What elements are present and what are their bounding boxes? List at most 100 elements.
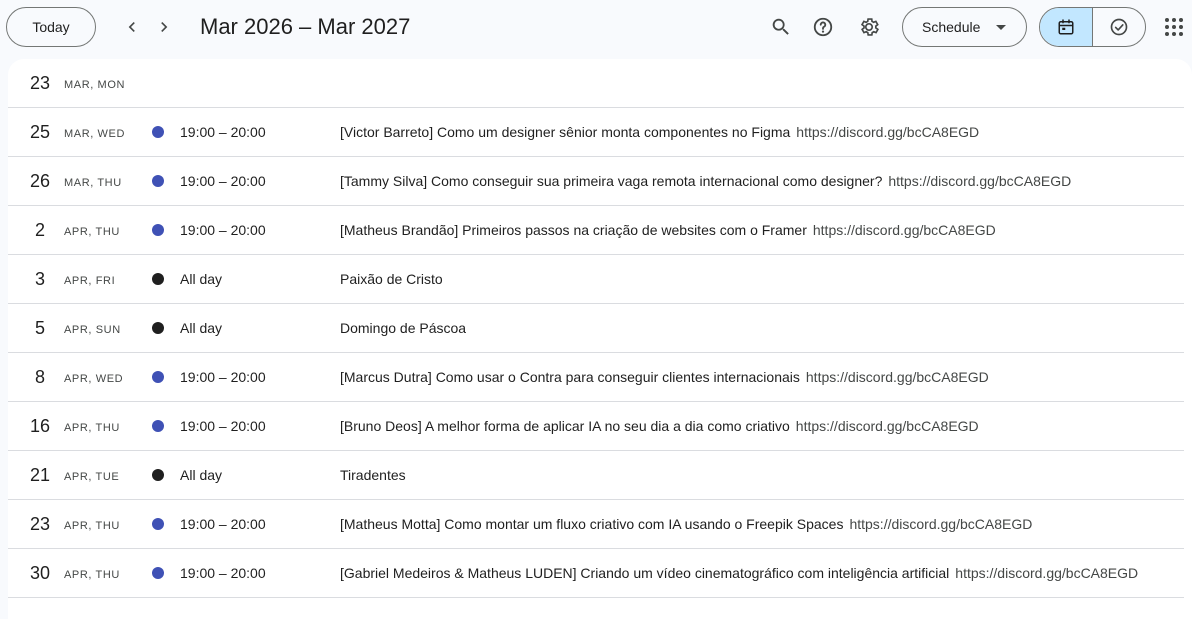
day-month-weekday: Apr, Thu	[64, 520, 120, 532]
schedule-row: 16 Apr, Thu 19:00 – 20:00 [Bruno Deos] A me…	[8, 402, 1184, 451]
day-month-weekday: Apr, Wed	[64, 373, 124, 385]
day-month-weekday: Mar, Thu	[64, 177, 122, 189]
event-title: [Matheus Brandão] Primeiros passos na cr…	[340, 222, 807, 238]
schedule-row: 30 Apr, Thu 19:00 – 20:00 [Gabriel Medeiros…	[8, 549, 1184, 598]
event-title: [Bruno Deos] A melhor forma de aplicar I…	[340, 418, 790, 434]
event-entry[interactable]: Domingo de Páscoa	[340, 320, 466, 336]
day-number[interactable]: 23	[20, 514, 60, 535]
event-time: All day	[180, 320, 223, 336]
event-entry[interactable]: [Victor Barreto] Como um designer sênior…	[340, 124, 979, 140]
previous-period-button[interactable]	[116, 11, 148, 43]
event-entry[interactable]: [Matheus Motta] Como montar um fluxo cri…	[340, 516, 1032, 532]
day-number[interactable]: 8	[20, 367, 60, 388]
schedule-row: 5 Apr, Sun All day Domingo de Páscoa	[8, 304, 1184, 353]
event-time: 19:00 – 20:00	[180, 173, 266, 189]
schedule-row: 21 Apr, Tue All day Tiradentes	[8, 451, 1184, 500]
scrollbar[interactable]	[1184, 59, 1192, 619]
event-color-dot	[152, 126, 164, 138]
day-number[interactable]: 30	[20, 563, 60, 584]
schedule-row: 2 Apr, Thu 19:00 – 20:00 [Matheus Brandão] …	[8, 206, 1184, 255]
view-selector-label: Schedule	[922, 19, 981, 35]
caret-down-icon	[996, 25, 1006, 31]
day-number[interactable]: 25	[20, 122, 60, 143]
day-number[interactable]: 26	[20, 171, 60, 192]
help-button[interactable]	[803, 7, 843, 47]
schedule-row: 25 Mar, Wed 19:00 – 20:00 [Victor Barreto] …	[8, 108, 1184, 157]
apps-grid-icon	[1165, 18, 1183, 36]
event-title: [Gabriel Medeiros & Matheus LUDEN] Crian…	[340, 565, 950, 581]
event-location-link[interactable]: https://discord.gg/bcCA8EGD	[796, 418, 979, 434]
schedule-row: 26 Mar, Thu 19:00 – 20:00 [Tammy Silva] Com…	[8, 157, 1184, 206]
schedule-row: 23 Mar, Mon	[8, 59, 1184, 108]
event-time: 19:00 – 20:00	[180, 369, 266, 385]
day-number[interactable]: 23	[20, 73, 60, 94]
day-month-weekday: Apr, Tue	[64, 471, 120, 483]
day-month-weekday: Mar, Wed	[64, 128, 126, 140]
event-entry[interactable]: [Bruno Deos] A melhor forma de aplicar I…	[340, 418, 979, 434]
event-color-dot	[152, 224, 164, 236]
event-entry[interactable]: [Tammy Silva] Como conseguir sua primeir…	[340, 173, 1071, 189]
event-color-dot	[152, 322, 164, 334]
event-entry[interactable]: [Marcus Dutra] Como usar o Contra para c…	[340, 369, 989, 385]
event-color-dot	[152, 420, 164, 432]
event-color-dot	[152, 175, 164, 187]
event-color-dot	[152, 567, 164, 579]
event-title: [Victor Barreto] Como um designer sênior…	[340, 124, 791, 140]
schedule-list[interactable]: 23 Mar, Mon 25 Mar, Wed 19:00 – 20:00 [Victor…	[8, 59, 1192, 619]
event-color-dot	[152, 518, 164, 530]
event-time: All day	[180, 467, 223, 483]
day-number[interactable]: 3	[20, 269, 60, 290]
day-month-weekday: Apr, Thu	[64, 569, 120, 581]
event-time: All day	[180, 271, 223, 287]
search-icon	[772, 18, 789, 35]
day-month-weekday: Apr, Thu	[64, 226, 120, 238]
event-color-dot	[152, 469, 164, 481]
event-title: [Marcus Dutra] Como usar o Contra para c…	[340, 369, 800, 385]
event-entry[interactable]: [Gabriel Medeiros & Matheus LUDEN] Crian…	[340, 565, 1138, 581]
event-location-link[interactable]: https://discord.gg/bcCA8EGD	[849, 516, 1032, 532]
day-month-weekday: Apr, Sun	[64, 324, 121, 336]
event-location-link[interactable]: https://discord.gg/bcCA8EGD	[888, 173, 1071, 189]
event-title: Paixão de Cristo	[340, 271, 443, 287]
day-month-weekday: Mar, Mon	[64, 79, 126, 91]
help-icon	[813, 17, 833, 37]
day-number[interactable]: 5	[20, 318, 60, 339]
calendar-view-toggle[interactable]	[1040, 8, 1093, 46]
calendar-icon	[1058, 19, 1074, 35]
day-month-weekday: Apr, Fri	[64, 275, 116, 287]
chevron-right-icon	[161, 22, 168, 32]
event-location-link[interactable]: https://discord.gg/bcCA8EGD	[796, 124, 979, 140]
event-location-link[interactable]: https://discord.gg/bcCA8EGD	[806, 369, 989, 385]
event-entry[interactable]: [Matheus Brandão] Primeiros passos na cr…	[340, 222, 996, 238]
event-time: 19:00 – 20:00	[180, 222, 266, 238]
event-color-dot	[152, 273, 164, 285]
day-number[interactable]: 21	[20, 465, 60, 486]
calendar-tasks-toggle	[1039, 7, 1146, 47]
search-button[interactable]	[761, 7, 801, 47]
next-period-button[interactable]	[148, 11, 180, 43]
day-month-weekday: Apr, Thu	[64, 422, 120, 434]
event-entry[interactable]: Paixão de Cristo	[340, 271, 443, 287]
schedule-row: 23 Apr, Thu 19:00 – 20:00 [Matheus Motta] C…	[8, 500, 1184, 549]
view-selector-dropdown[interactable]: Schedule	[902, 7, 1027, 47]
event-title: Tiradentes	[340, 467, 406, 483]
event-time: 19:00 – 20:00	[180, 565, 266, 581]
event-time: 19:00 – 20:00	[180, 516, 266, 532]
event-color-dot	[152, 371, 164, 383]
event-entry[interactable]: Tiradentes	[340, 467, 406, 483]
google-apps-button[interactable]	[1154, 7, 1192, 47]
event-location-link[interactable]: https://discord.gg/bcCA8EGD	[955, 565, 1138, 581]
gear-icon	[860, 18, 879, 36]
day-number[interactable]: 2	[20, 220, 60, 241]
today-button[interactable]: Today	[6, 7, 96, 47]
event-title: [Matheus Motta] Como montar um fluxo cri…	[340, 516, 844, 532]
check-circle-icon	[1110, 18, 1128, 36]
settings-button[interactable]	[849, 7, 889, 47]
event-title: Domingo de Páscoa	[340, 320, 467, 336]
event-location-link[interactable]: https://discord.gg/bcCA8EGD	[813, 222, 996, 238]
chevron-left-icon	[128, 22, 135, 32]
day-number[interactable]: 16	[20, 416, 60, 437]
event-title: [Tammy Silva] Como conseguir sua primeir…	[340, 173, 883, 189]
tasks-view-toggle[interactable]	[1093, 8, 1146, 46]
date-range-title: Mar 2026 – Mar 2027	[200, 14, 411, 39]
